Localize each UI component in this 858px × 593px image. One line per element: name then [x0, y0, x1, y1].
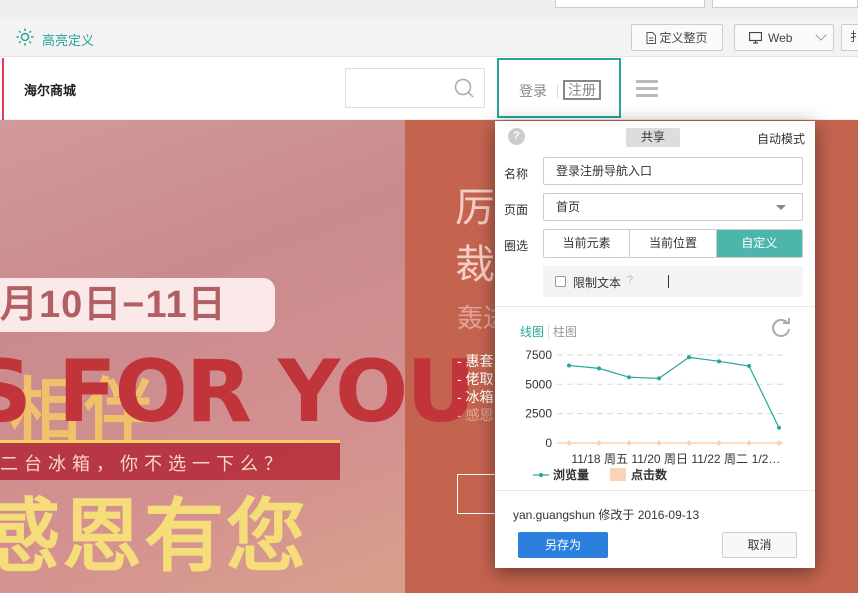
- segment-current-element[interactable]: 当前元素: [544, 230, 631, 257]
- bar-point: [746, 440, 752, 446]
- page-select[interactable]: 首页: [543, 193, 803, 221]
- login-separator: [557, 84, 558, 98]
- legend-line-marker: [539, 473, 543, 477]
- limit-text-checkbox[interactable]: [555, 276, 566, 287]
- x-tick-label: 11/20: [631, 452, 660, 466]
- define-page-label: 定义整页: [659, 31, 708, 45]
- text-caret: [668, 275, 669, 288]
- extra-toolbar-button[interactable]: 扌: [841, 24, 858, 51]
- extra-toolbar-label: 扌: [850, 30, 858, 44]
- limit-text-label: 限制文本: [573, 276, 622, 290]
- line-point: [567, 363, 571, 368]
- y-tick-label: 7500: [525, 348, 552, 362]
- banner-right-list: - 惠套 - 佬取 - 冰箱 - 感恩: [457, 352, 494, 424]
- bar-point: [716, 440, 722, 446]
- line-point: [657, 376, 661, 381]
- selection-edge: [0, 58, 4, 120]
- site-search-input[interactable]: [345, 68, 485, 108]
- highlight-toolbar: 高亮定义 定义整页 Web 扌: [0, 18, 858, 57]
- limit-help-icon[interactable]: ?: [627, 274, 633, 286]
- bar-point: [566, 440, 572, 446]
- banner-right-heading-1: 厉: [455, 186, 495, 230]
- page-label: 页面: [504, 203, 529, 217]
- login-link[interactable]: 登录: [519, 81, 547, 101]
- x-tick-label: 11/22: [691, 452, 720, 466]
- define-popup: ? 共享 自动模式 名称 登录注册导航入口 页面 首页 圈选 当前元素 当前位置…: [495, 121, 815, 568]
- define-page-button[interactable]: 定义整页: [631, 24, 723, 51]
- bar-point: [686, 440, 692, 446]
- banner-list-item: - 感恩: [457, 407, 494, 423]
- y-tick-label: 0: [545, 436, 552, 450]
- site-header: 海尔商城 登录 注册: [0, 58, 858, 120]
- banner-list-item: - 佬取: [457, 371, 494, 387]
- x-tick-label: 1/2…: [752, 452, 781, 466]
- divider: [495, 306, 815, 307]
- banner-list-item: - 冰箱: [457, 389, 494, 405]
- select-mode-segmented: 当前元素 当前位置 自定义: [543, 229, 803, 258]
- platform-label: Web: [768, 30, 793, 45]
- banner-list-item: - 惠套: [457, 353, 494, 369]
- line-point: [717, 359, 721, 364]
- limit-text-row: 限制文本 ?: [543, 266, 803, 297]
- refresh-icon[interactable]: [770, 317, 792, 339]
- legend-label: 点击数: [631, 467, 668, 482]
- banner-right-heading-2: 裁: [455, 243, 495, 287]
- x-tick-label: 周二: [724, 452, 748, 466]
- browser-top-strip: [0, 0, 858, 18]
- bar-point: [596, 440, 602, 446]
- hamburger-menu-icon[interactable]: [636, 80, 658, 98]
- search-icon[interactable]: [454, 78, 474, 98]
- legend-label: 浏览量: [553, 467, 589, 482]
- banner-slogan-cn-bottom: 感恩有您: [0, 492, 308, 581]
- segment-custom[interactable]: 自定义: [716, 230, 802, 257]
- platform-dropdown[interactable]: Web: [734, 24, 834, 51]
- share-tab[interactable]: 共享: [626, 128, 680, 147]
- line-point: [687, 355, 691, 360]
- line-point: [747, 364, 751, 369]
- top-input-box[interactable]: [555, 0, 705, 8]
- banner-slogan-en: S FOR YOU: [0, 342, 476, 442]
- x-tick-label: 周日: [664, 452, 688, 466]
- name-input[interactable]: 登录注册导航入口: [543, 157, 803, 185]
- divider: [495, 490, 815, 491]
- document-icon: [646, 31, 657, 44]
- bar-point: [626, 440, 632, 446]
- name-label: 名称: [504, 167, 529, 181]
- select-mode-label: 圈选: [504, 239, 529, 253]
- page-select-value: 首页: [556, 200, 581, 214]
- save-as-button[interactable]: 另存为: [518, 532, 608, 558]
- legend-bar-swatch: [610, 468, 626, 481]
- login-register-highlight: 登录 注册: [497, 58, 621, 118]
- segment-current-position[interactable]: 当前位置: [630, 230, 717, 257]
- line-point: [777, 425, 781, 430]
- caret-down-icon: [776, 205, 786, 210]
- bar-point: [656, 440, 662, 446]
- banner-date: 月10日−11日: [0, 278, 275, 332]
- highlight-define-label[interactable]: 高亮定义: [42, 30, 94, 49]
- auto-mode-toggle[interactable]: 自动模式: [757, 130, 805, 147]
- x-tick-label: 周五: [604, 452, 628, 466]
- chevron-down-icon: [815, 29, 827, 41]
- stats-chart: 0 2500 5000 7500 11/18 周五 11/20 周日 11/22 周二 1/2… 浏览…: [525, 348, 783, 482]
- top-input-box-2[interactable]: [712, 0, 858, 8]
- cancel-button[interactable]: 取消: [722, 532, 797, 558]
- line-point: [597, 366, 601, 371]
- x-tick-label: 11/18: [571, 452, 600, 466]
- banner-outline-button[interactable]: [457, 474, 497, 514]
- modified-info: yan.guangshun 修改于 2016-09-13: [513, 508, 700, 522]
- y-tick-label: 2500: [525, 407, 552, 421]
- help-icon[interactable]: ?: [508, 128, 525, 145]
- monitor-icon: [749, 31, 762, 44]
- sun-icon[interactable]: [16, 28, 34, 46]
- site-logo[interactable]: 海尔商城: [24, 80, 76, 99]
- bar-point: [776, 440, 782, 446]
- y-tick-label: 5000: [525, 377, 552, 391]
- register-link[interactable]: 注册: [563, 80, 601, 100]
- line-point: [627, 375, 631, 380]
